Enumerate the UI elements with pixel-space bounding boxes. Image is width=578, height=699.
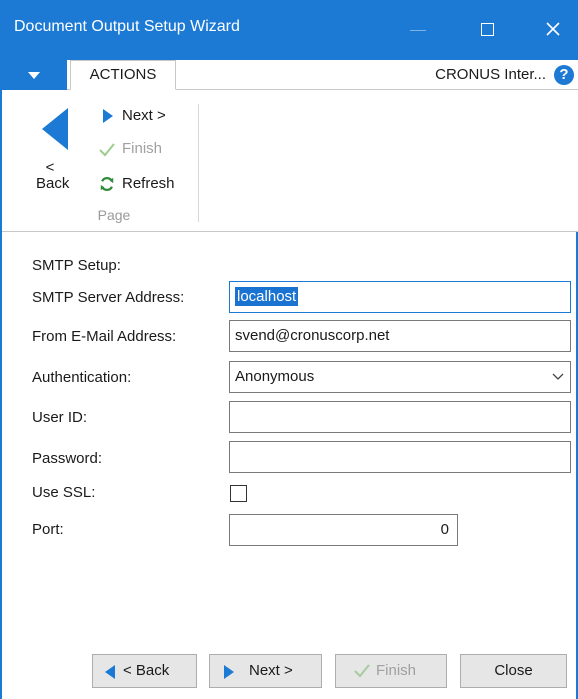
minimize-button[interactable]	[410, 30, 426, 31]
ribbon-back-label[interactable]: < Back	[36, 159, 70, 192]
smtp-server-input[interactable]: localhost	[229, 281, 571, 313]
next-arrow-icon	[224, 665, 234, 679]
chevron-down-icon	[552, 373, 564, 380]
use-ssl-label: Use SSL:	[32, 484, 96, 501]
finish-button-label: Finish	[376, 662, 417, 679]
port-input[interactable]: 0	[229, 514, 458, 546]
app-menu-button[interactable]	[2, 60, 67, 90]
ribbon-next-label: Next >	[122, 107, 166, 124]
back-button[interactable]: < Back	[92, 654, 197, 688]
from-email-label: From E-Mail Address:	[32, 328, 177, 345]
back-word: Back	[36, 175, 70, 192]
user-id-label: User ID:	[32, 409, 88, 426]
checkmark-icon	[99, 143, 115, 157]
finish-button[interactable]: Finish	[335, 654, 447, 688]
from-email-input[interactable]: svend@cronuscorp.net	[229, 320, 571, 352]
help-icon[interactable]: ?	[554, 65, 574, 85]
ribbon-refresh-label: Refresh	[122, 175, 175, 192]
user-id-input[interactable]	[229, 401, 571, 433]
close-button-label: Close	[494, 662, 533, 679]
ribbon-finish-button[interactable]: Finish	[94, 137, 162, 161]
close-button[interactable]: Close	[460, 654, 567, 688]
checkmark-icon	[354, 664, 370, 678]
ribbon-group-separator	[198, 104, 199, 222]
smtp-server-label: SMTP Server Address:	[32, 289, 185, 306]
authentication-select[interactable]: Anonymous	[229, 361, 571, 393]
wizard-window: Document Output Setup Wizard ACTIONS CRO…	[0, 0, 578, 699]
back-arrow-icon	[105, 665, 115, 679]
back-lt: <	[45, 159, 55, 176]
ribbon-finish-label: Finish	[122, 140, 163, 157]
company-name[interactable]: CRONUS Inter...	[435, 66, 546, 83]
authentication-value: Anonymous	[235, 368, 315, 385]
password-label: Password:	[32, 450, 103, 467]
port-value: 0	[440, 521, 449, 538]
use-ssl-checkbox[interactable]	[230, 485, 247, 502]
ribbon-group-label: Page	[97, 207, 131, 223]
section-heading: SMTP Setup:	[32, 257, 121, 274]
ribbon-next-button[interactable]: Next >	[94, 104, 166, 128]
port-label: Port:	[32, 521, 64, 538]
back-arrow-icon	[42, 108, 68, 150]
back-button-label: < Back	[123, 662, 170, 679]
close-icon	[546, 22, 560, 36]
window-title: Document Output Setup Wizard	[14, 18, 240, 35]
close-window-button[interactable]	[538, 14, 568, 44]
password-input[interactable]	[229, 441, 571, 473]
next-button[interactable]: Next >	[209, 654, 322, 688]
tab-actions[interactable]: ACTIONS	[70, 60, 176, 90]
refresh-icon	[100, 177, 114, 191]
play-arrow-icon	[103, 109, 113, 123]
ribbon-tab-row: ACTIONS CRONUS Inter... ?	[2, 60, 578, 90]
title-bar: Document Output Setup Wizard	[2, 0, 578, 60]
ribbon-refresh-button[interactable]: Refresh	[94, 172, 175, 196]
ribbon-actions-panel: < Back Next > Finish Refresh Page	[2, 90, 578, 232]
authentication-label: Authentication:	[32, 369, 132, 386]
next-button-label: Next >	[249, 662, 293, 679]
smtp-server-value: localhost	[235, 287, 299, 306]
from-email-value: svend@cronuscorp.net	[235, 327, 390, 344]
chevron-down-icon	[28, 72, 40, 79]
maximize-button[interactable]	[481, 23, 494, 36]
